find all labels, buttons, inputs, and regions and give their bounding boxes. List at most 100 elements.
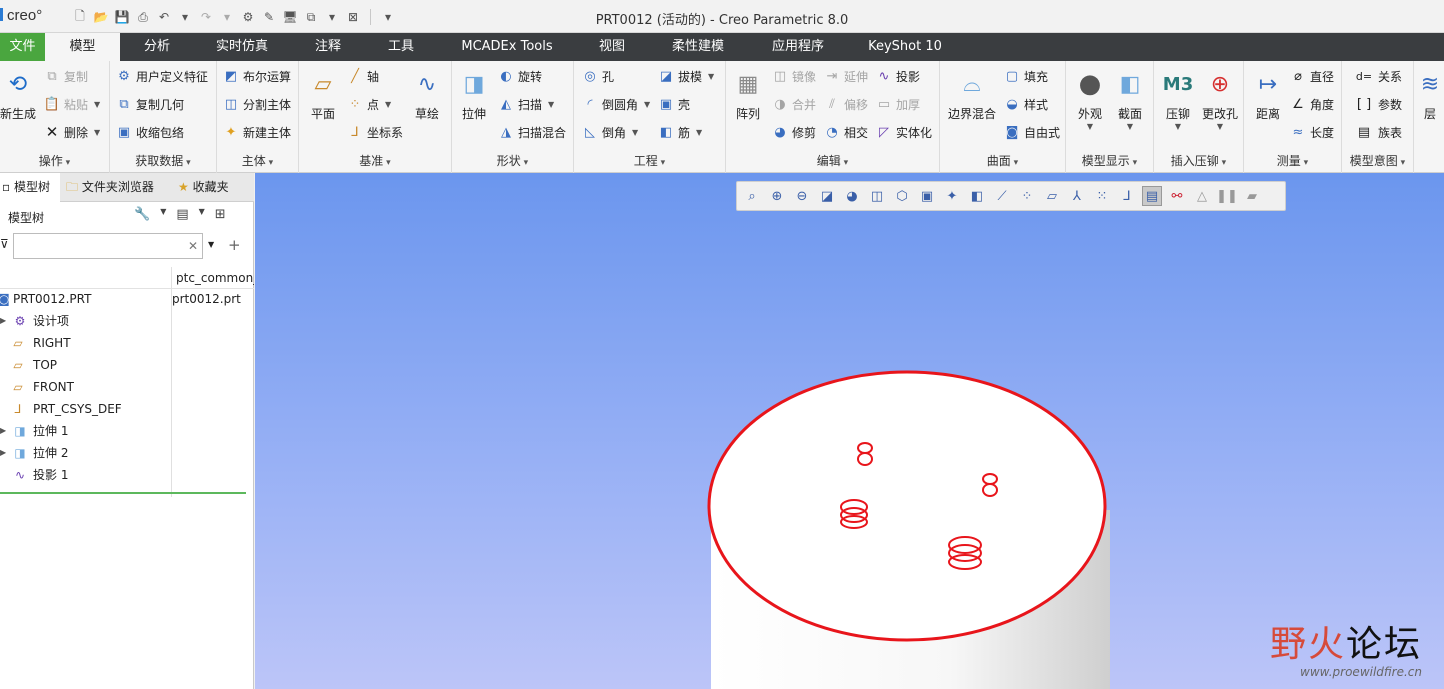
fill-button[interactable]: ▢ 填充 bbox=[1004, 65, 1048, 87]
paste-button[interactable]: 📋 粘贴 ▼ bbox=[44, 93, 100, 115]
hole-button[interactable]: ◎ 孔 bbox=[582, 65, 614, 87]
tree-item-part[interactable]: ◙ PRT0012.PRT prt0012.prt bbox=[0, 288, 254, 310]
diameter-button[interactable]: ⌀ 直径 bbox=[1290, 65, 1334, 87]
tab-annotate[interactable]: 注释 bbox=[298, 33, 358, 61]
solidify-button[interactable]: ◸ 实体化 bbox=[876, 121, 932, 143]
angle-button[interactable]: ∠ 角度 bbox=[1290, 93, 1334, 115]
group-label[interactable]: 编辑 bbox=[726, 152, 939, 169]
layers-button[interactable]: ≋ 层 bbox=[1416, 67, 1444, 122]
copy-button[interactable]: ⧉ 复制 bbox=[44, 65, 88, 87]
tree-item-front[interactable]: ▱ FRONT bbox=[0, 376, 254, 398]
datum-points-display-icon[interactable]: ⁙ bbox=[1092, 186, 1112, 206]
group-label[interactable]: 曲面 bbox=[940, 152, 1065, 169]
tab-folder-browser[interactable]: 🗀 文件夹浏览器 bbox=[64, 173, 168, 202]
point-button[interactable]: ⁘ 点 ▼ bbox=[347, 93, 392, 115]
tree-filter-icon[interactable]: ⊞ bbox=[215, 207, 226, 222]
modify-hole-button[interactable]: ⊕ 更改孔 ▼ bbox=[1198, 67, 1242, 132]
intersect-button[interactable]: ◔ 相交 bbox=[824, 121, 868, 143]
tree-item-top[interactable]: ▱ TOP bbox=[0, 354, 254, 376]
copy-geometry-button[interactable]: ⧉ 复制几何 bbox=[116, 93, 184, 115]
family-table-button[interactable]: ▤ 族表 bbox=[1354, 121, 1402, 143]
tab-file[interactable]: 文件 bbox=[0, 33, 45, 61]
tab-keyshot[interactable]: KeyShot 10 bbox=[856, 33, 954, 61]
simulation-icon[interactable]: △ bbox=[1192, 186, 1212, 206]
length-button[interactable]: ≈ 长度 bbox=[1290, 121, 1334, 143]
spin-center-icon[interactable]: ✦ bbox=[942, 186, 962, 206]
swept-blend-button[interactable]: ◮ 扫描混合 bbox=[498, 121, 566, 143]
tree-item-extrude-2[interactable]: ▶ ◨ 拉伸 2 bbox=[0, 442, 254, 464]
group-label[interactable]: 主体 bbox=[217, 152, 298, 169]
graphics-window[interactable]: ⌕ ⊕ ⊖ ◪ ◕ ◫ ⬡ ▣ ✦ ◧ ⟋ ⁘ ▱ ⅄ ⁙ ⅃ ▤ ⚯ △ ❚❚… bbox=[255, 173, 1444, 689]
tab-applications[interactable]: 应用程序 bbox=[756, 33, 840, 61]
clear-search-icon[interactable]: ✕ bbox=[188, 239, 198, 253]
tree-item-project-1[interactable]: ∿ 投影 1 bbox=[0, 464, 254, 486]
expand-arrow-icon[interactable]: ▶ bbox=[0, 442, 6, 464]
udf-button[interactable]: ⚙ 用户定义特征 bbox=[116, 65, 208, 87]
plane-button[interactable]: ▱ 平面 bbox=[301, 67, 345, 122]
group-label[interactable]: 操作 bbox=[0, 152, 109, 169]
tab-live-simulation[interactable]: 实时仿真 bbox=[200, 33, 284, 61]
tab-flexible-modeling[interactable]: 柔性建模 bbox=[656, 33, 740, 61]
tree-item-right[interactable]: ▱ RIGHT bbox=[0, 332, 254, 354]
saved-orientations-icon[interactable]: ◫ bbox=[867, 186, 887, 206]
tree-settings-icon[interactable]: 🔧 bbox=[134, 207, 150, 222]
add-filter-icon[interactable]: + bbox=[228, 236, 241, 254]
delete-button[interactable]: ✕ 删除 ▼ bbox=[44, 121, 100, 143]
rib-button[interactable]: ◧ 筋 ▼ bbox=[658, 121, 702, 143]
offset-button[interactable]: ⫽ 偏移 bbox=[824, 93, 868, 115]
rivet-button[interactable]: M3 压铆 ▼ bbox=[1156, 67, 1200, 132]
trim-button[interactable]: ◕ 修剪 bbox=[772, 121, 816, 143]
pause-icon[interactable]: ❚❚ bbox=[1216, 186, 1238, 206]
chevron-down-icon[interactable]: ▼ bbox=[160, 207, 166, 222]
tree-item-extrude-1[interactable]: ▶ ◨ 拉伸 1 bbox=[0, 420, 254, 442]
chevron-down-icon[interactable]: ▼ bbox=[199, 207, 205, 222]
zoom-out-icon[interactable]: ⊖ bbox=[792, 186, 812, 206]
tab-model[interactable]: 模型 bbox=[45, 33, 120, 61]
appearance-button[interactable]: ● 外观 ▼ bbox=[1068, 67, 1112, 131]
chamfer-button[interactable]: ◺ 倒角 ▼ bbox=[582, 121, 638, 143]
expand-arrow-icon[interactable]: ▶ bbox=[0, 310, 6, 332]
group-label[interactable]: 模型意图 bbox=[1342, 152, 1413, 169]
distance-button[interactable]: ↦ 距离 bbox=[1246, 67, 1290, 122]
column-ptc-common-name[interactable]: ptc_common_name bbox=[171, 267, 254, 289]
tab-favorites[interactable]: ★ 收藏夹 bbox=[176, 173, 254, 202]
group-label[interactable]: 基准 bbox=[299, 152, 451, 169]
datum-plane-tags-icon[interactable]: ▱ bbox=[1042, 186, 1062, 206]
pattern-button[interactable]: ▦ 阵列 bbox=[726, 67, 770, 122]
annotations-toggle-icon[interactable]: ▤ bbox=[1142, 186, 1162, 206]
datum-planes-display-icon[interactable]: ⁘ bbox=[1017, 186, 1037, 206]
tree-search-input[interactable]: ✕ bbox=[13, 233, 203, 259]
display-style-icon[interactable]: ◕ bbox=[842, 186, 862, 206]
tab-mcadex-tools[interactable]: MCADEx Tools bbox=[446, 33, 568, 61]
tab-tools[interactable]: 工具 bbox=[372, 33, 430, 61]
draft-button[interactable]: ◪ 拔模 ▼ bbox=[658, 65, 714, 87]
csys-display-icon[interactable]: ⅃ bbox=[1117, 186, 1137, 206]
repaint-icon[interactable]: ◪ bbox=[817, 186, 837, 206]
boundary-blend-button[interactable]: ⌓ 边界混合 bbox=[944, 67, 1000, 122]
tree-columns-icon[interactable]: ▤ bbox=[176, 207, 188, 222]
perspective-icon[interactable]: ▣ bbox=[917, 186, 937, 206]
axis-button[interactable]: ╱ 轴 bbox=[347, 65, 379, 87]
sweep-button[interactable]: ◭ 扫描 ▼ bbox=[498, 93, 554, 115]
new-body-button[interactable]: ✦ 新建主体 bbox=[223, 121, 291, 143]
freestyle-button[interactable]: ◙ 自由式 bbox=[1004, 121, 1060, 143]
zoom-in-icon[interactable]: ⊕ bbox=[767, 186, 787, 206]
refit-icon[interactable]: ⌕ bbox=[742, 186, 762, 206]
section-button[interactable]: ◧ 截面 ▼ bbox=[1108, 67, 1152, 132]
shell-button[interactable]: ▣ 壳 bbox=[658, 93, 690, 115]
expand-arrow-icon[interactable]: ▶ bbox=[0, 420, 6, 442]
insert-here-marker[interactable] bbox=[0, 492, 246, 494]
thicken-button[interactable]: ▭ 加厚 bbox=[876, 93, 920, 115]
tree-item-csys[interactable]: ⅃ PRT_CSYS_DEF bbox=[0, 398, 254, 420]
datum-axes-display-icon[interactable]: ⅄ bbox=[1067, 186, 1087, 206]
group-label[interactable]: 获取数据 bbox=[110, 152, 216, 169]
project-button[interactable]: ∿ 投影 bbox=[876, 65, 920, 87]
search-options-chevron-icon[interactable]: ▼ bbox=[208, 240, 214, 249]
extend-button[interactable]: ⇥ 延伸 bbox=[824, 65, 868, 87]
section-view-icon[interactable]: ◧ bbox=[967, 186, 987, 206]
view-manager-icon[interactable]: ⬡ bbox=[892, 186, 912, 206]
group-label[interactable]: 模型显示 bbox=[1066, 152, 1153, 169]
settings-icon[interactable]: ▰ bbox=[1242, 186, 1262, 206]
annotation-display-icon[interactable]: ⟋ bbox=[992, 186, 1012, 206]
parameters-button[interactable]: [ ] 参数 bbox=[1354, 93, 1402, 115]
